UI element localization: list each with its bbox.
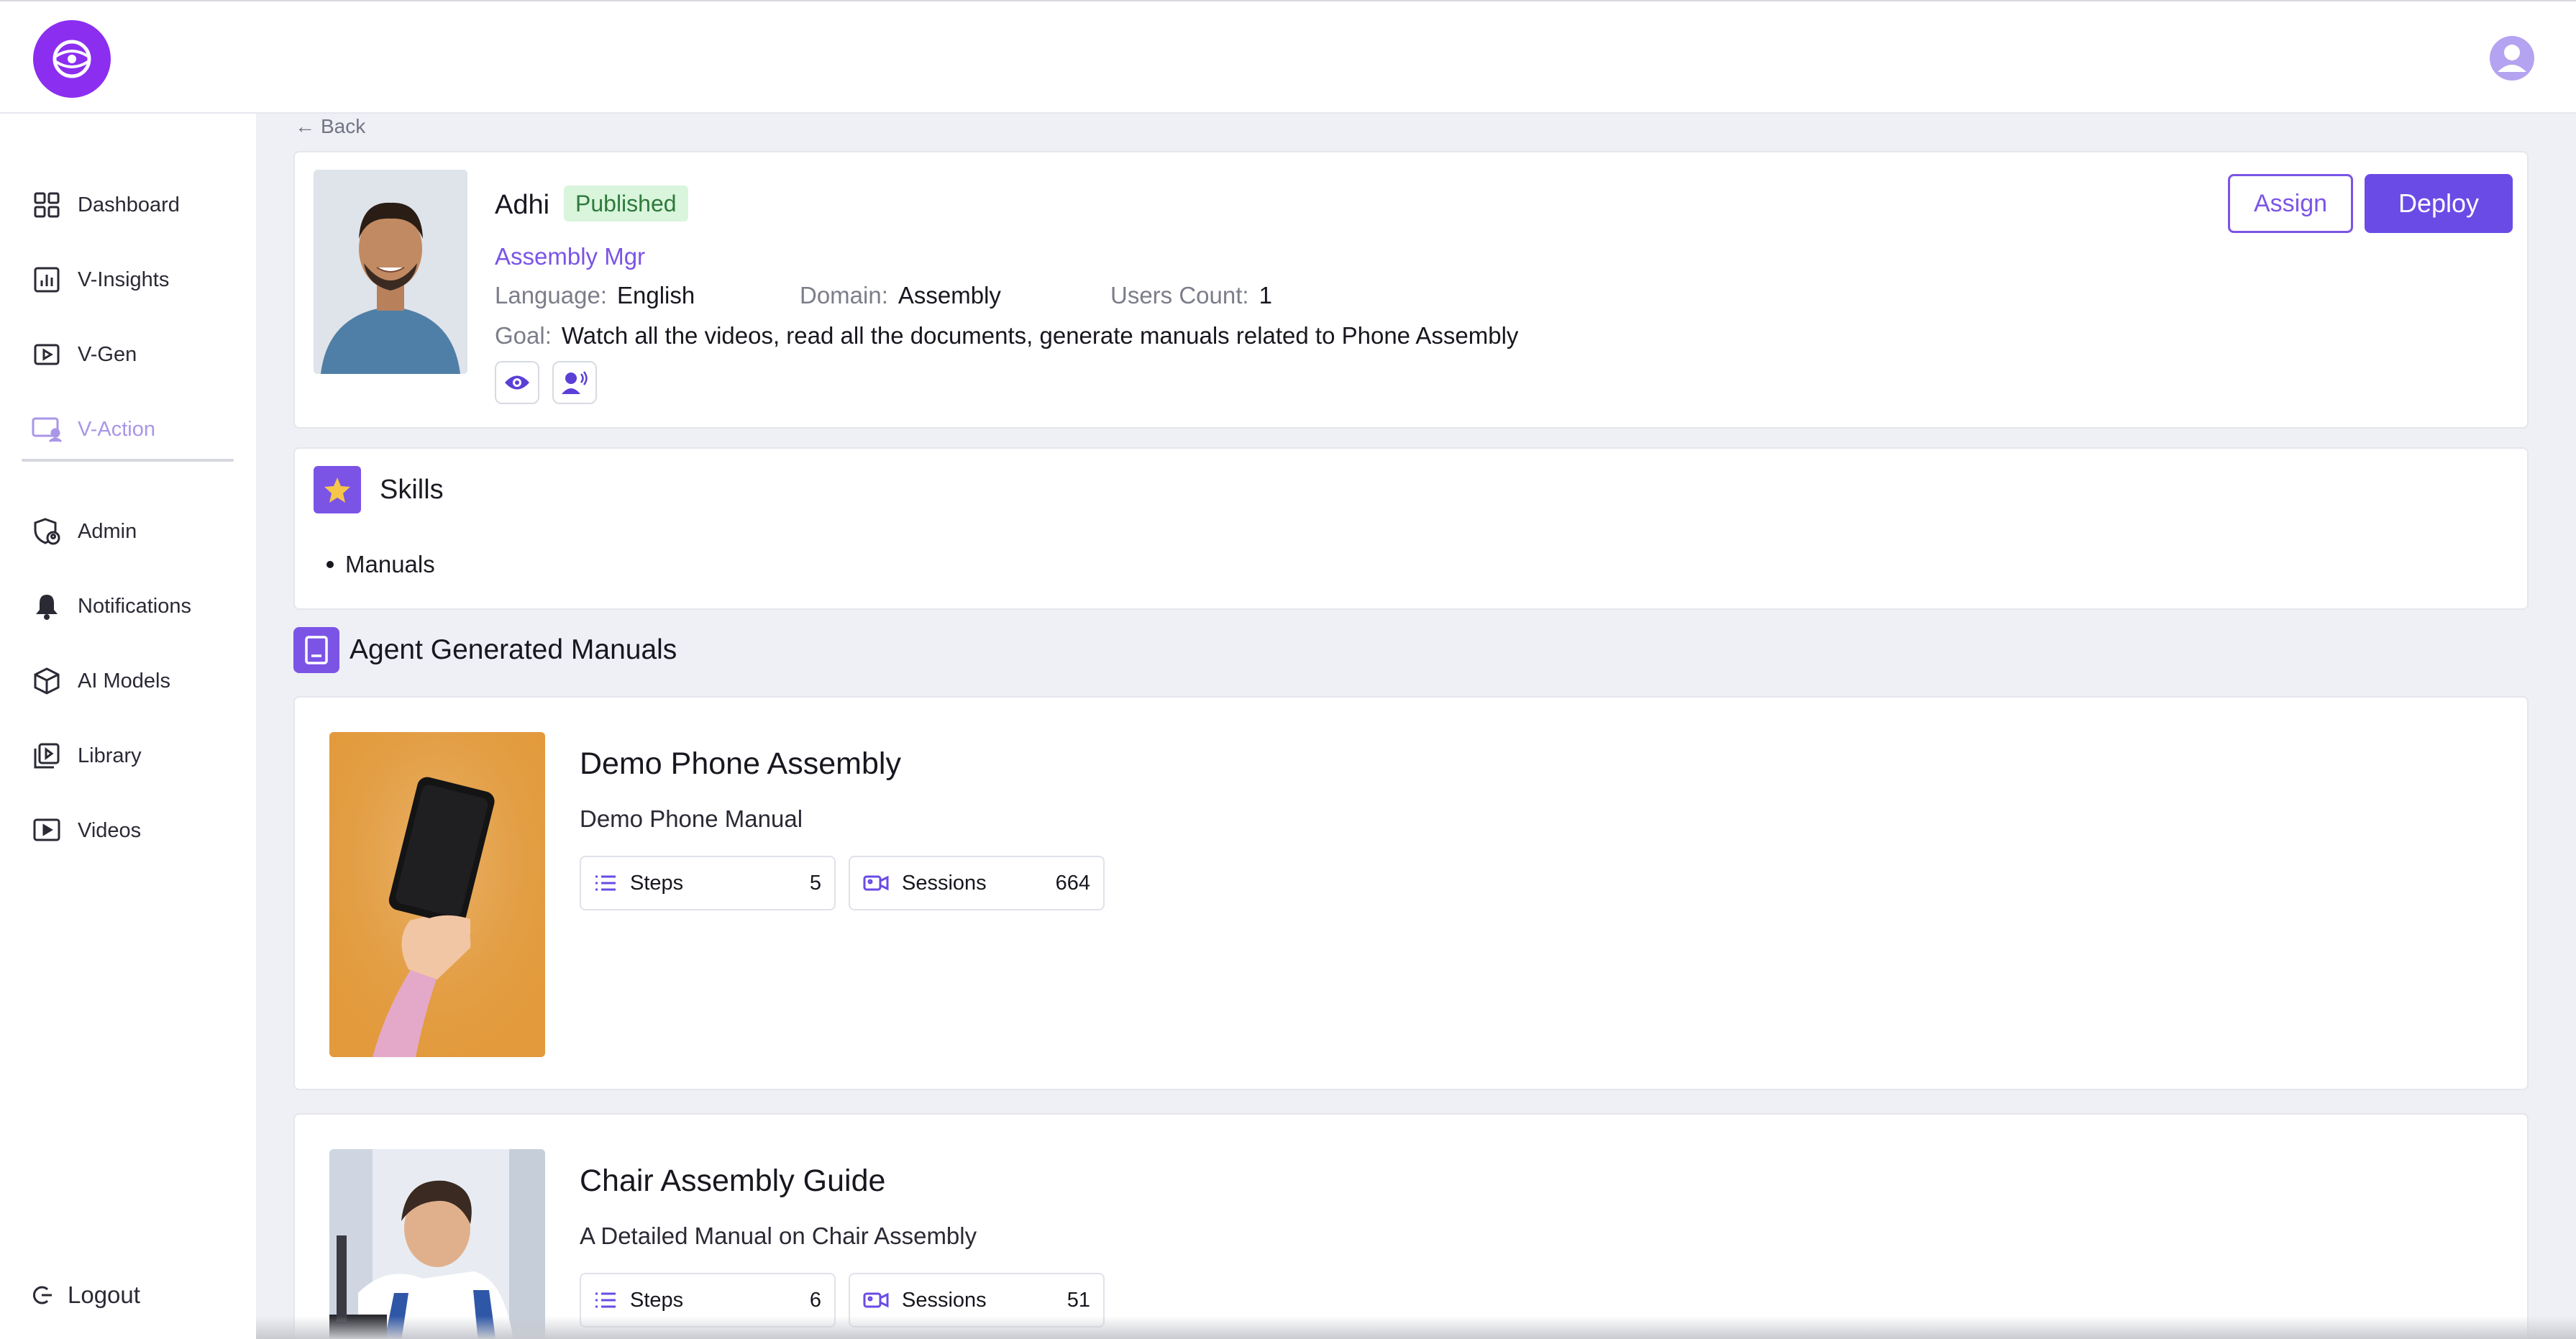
voice-capability-chip[interactable] bbox=[552, 361, 597, 404]
list-icon bbox=[595, 1292, 616, 1308]
skills-card: Skills Manuals bbox=[293, 447, 2529, 610]
manual-card[interactable]: Chair Assembly Guide A Detailed Manual o… bbox=[293, 1113, 2529, 1339]
sidebar-item-admin[interactable]: Admin bbox=[32, 511, 247, 552]
user-avatar[interactable] bbox=[2488, 35, 2536, 82]
bullet-icon bbox=[326, 561, 334, 568]
agent-card: Adhi Published Assembly Mgr Language: En… bbox=[293, 151, 2529, 429]
sidebar-item-label: Notifications bbox=[78, 594, 191, 618]
steps-label: Steps bbox=[630, 1288, 684, 1312]
grid-icon bbox=[32, 190, 62, 220]
language-value: English bbox=[617, 282, 695, 309]
agent-name: Adhi bbox=[495, 190, 550, 220]
back-link[interactable]: ← Back bbox=[295, 115, 365, 138]
back-label: Back bbox=[321, 115, 366, 137]
video-camera-icon bbox=[863, 1292, 889, 1308]
logout-label: Logout bbox=[68, 1281, 140, 1308]
manual-description: Demo Phone Manual bbox=[580, 805, 803, 832]
manual-card[interactable]: Demo Phone Assembly Demo Phone Manual St… bbox=[293, 696, 2529, 1090]
vision-capability-chip[interactable] bbox=[495, 361, 539, 404]
sidebar-item-dashboard[interactable]: Dashboard bbox=[32, 185, 247, 225]
screen-user-icon bbox=[32, 414, 62, 444]
logout-button[interactable]: Logout bbox=[32, 1281, 140, 1309]
domain-field: Domain: Assembly bbox=[800, 282, 1001, 309]
sessions-label: Sessions bbox=[902, 871, 987, 895]
star-icon bbox=[314, 466, 361, 513]
arrow-left-icon: ← bbox=[295, 115, 315, 137]
sessions-stat: Sessions 664 bbox=[849, 856, 1105, 910]
sidebar-item-label: Videos bbox=[78, 818, 142, 842]
steps-count: 6 bbox=[809, 1288, 821, 1312]
skills-title: Skills bbox=[380, 475, 444, 505]
sidebar-item-label: V-Action bbox=[78, 417, 155, 441]
bell-icon bbox=[32, 591, 62, 621]
agent-photo bbox=[314, 170, 467, 374]
cube-icon bbox=[32, 666, 62, 696]
users-count-label: Users Count: bbox=[1110, 282, 1249, 309]
users-count-field: Users Count: 1 bbox=[1110, 282, 1272, 309]
manual-thumbnail bbox=[329, 732, 545, 1057]
play-square-icon bbox=[32, 339, 62, 370]
eye-icon bbox=[505, 375, 529, 390]
logout-icon bbox=[33, 1286, 52, 1304]
top-bar bbox=[0, 0, 2576, 114]
sidebar: Dashboard V-Insights V-Gen V-Action Admi… bbox=[0, 114, 256, 1339]
manual-title: Chair Assembly Guide bbox=[580, 1164, 886, 1198]
deploy-button[interactable]: Deploy bbox=[2365, 174, 2513, 233]
sidebar-divider bbox=[22, 459, 234, 462]
domain-value: Assembly bbox=[898, 282, 1001, 309]
list-icon bbox=[595, 875, 616, 891]
assign-button[interactable]: Assign bbox=[2228, 174, 2353, 233]
sidebar-item-library[interactable]: Library bbox=[32, 736, 247, 776]
status-badge: Published bbox=[564, 186, 688, 221]
sidebar-item-label: Library bbox=[78, 744, 142, 767]
users-count-value: 1 bbox=[1259, 282, 1272, 309]
sidebar-item-v-gen[interactable]: V-Gen bbox=[32, 334, 247, 375]
goal-label: Goal: bbox=[495, 322, 552, 349]
sessions-label: Sessions bbox=[902, 1288, 987, 1312]
manual-description: A Detailed Manual on Chair Assembly bbox=[580, 1223, 977, 1249]
sidebar-item-label: Dashboard bbox=[78, 193, 180, 216]
steps-count: 5 bbox=[809, 871, 821, 895]
sidebar-item-notifications[interactable]: Notifications bbox=[32, 586, 247, 626]
agent-role-link[interactable]: Assembly Mgr bbox=[495, 243, 645, 270]
steps-label: Steps bbox=[630, 871, 684, 895]
skill-label: Manuals bbox=[345, 551, 435, 577]
domain-label: Domain: bbox=[800, 282, 888, 309]
sessions-count: 664 bbox=[1055, 871, 1090, 895]
sidebar-item-label: AI Models bbox=[78, 669, 170, 693]
manual-thumbnail bbox=[329, 1149, 545, 1339]
sidebar-item-ai-models[interactable]: AI Models bbox=[32, 661, 247, 701]
goal-field: Goal: Watch all the videos, read all the… bbox=[495, 322, 1518, 349]
bar-chart-icon bbox=[32, 265, 62, 295]
manual-title: Demo Phone Assembly bbox=[580, 746, 901, 781]
sidebar-item-label: V-Gen bbox=[78, 342, 137, 366]
language-label: Language: bbox=[495, 282, 607, 309]
sidebar-item-v-action[interactable]: V-Action bbox=[32, 409, 247, 449]
book-icon bbox=[293, 627, 339, 673]
language-field: Language: English bbox=[495, 282, 695, 309]
globe-eye-icon bbox=[52, 40, 91, 78]
voice-icon bbox=[562, 371, 588, 394]
video-camera-icon bbox=[863, 875, 889, 891]
goal-value: Watch all the videos, read all the docum… bbox=[561, 322, 1519, 349]
library-icon bbox=[32, 741, 62, 771]
sidebar-item-videos[interactable]: Videos bbox=[32, 810, 247, 851]
sidebar-item-v-insights[interactable]: V-Insights bbox=[32, 260, 247, 300]
user-circle-icon bbox=[2490, 36, 2534, 81]
bottom-fade bbox=[256, 1316, 2576, 1339]
skill-item: Manuals bbox=[326, 551, 435, 578]
manuals-section-title: Agent Generated Manuals bbox=[350, 634, 677, 665]
sidebar-item-label: Admin bbox=[78, 519, 137, 543]
manuals-section-header: Agent Generated Manuals bbox=[293, 627, 677, 673]
steps-stat: Steps 5 bbox=[580, 856, 836, 910]
sidebar-item-label: V-Insights bbox=[78, 268, 170, 291]
sessions-count: 51 bbox=[1067, 1288, 1090, 1312]
app-logo[interactable] bbox=[33, 20, 111, 98]
shield-user-icon bbox=[32, 516, 62, 547]
video-play-icon bbox=[32, 815, 62, 846]
